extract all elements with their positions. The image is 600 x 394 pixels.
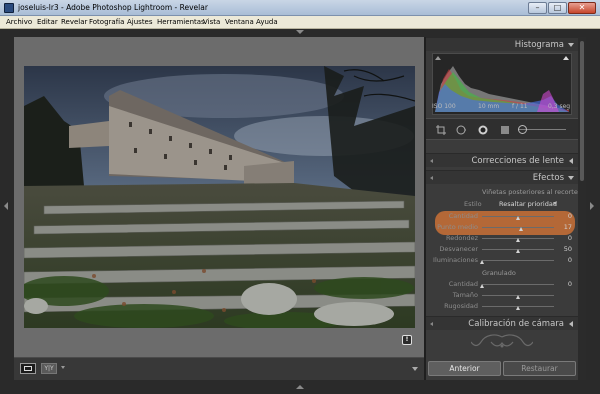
menu-editar[interactable]: Editar xyxy=(37,18,58,26)
menu-ajustes[interactable]: Ajustes xyxy=(127,18,153,26)
slider-handle[interactable] xyxy=(479,260,484,264)
collapse-icon xyxy=(568,43,574,47)
photo-preview[interactable] xyxy=(24,66,415,328)
panel-scrollbar[interactable] xyxy=(578,37,586,380)
right-panel-toggle[interactable] xyxy=(586,37,600,380)
solo-mode-icon xyxy=(430,159,433,163)
slider-value[interactable]: 0 xyxy=(558,280,572,288)
info-icon[interactable]: ! xyxy=(402,335,412,345)
red-eye-icon[interactable] xyxy=(478,125,488,135)
solo-mode-icon xyxy=(430,322,433,326)
reset-button[interactable]: Restaurar xyxy=(503,361,576,376)
image-canvas[interactable]: ! xyxy=(14,37,424,357)
slider-label: Desvanecer xyxy=(439,245,478,253)
effects-header[interactable]: Efectos xyxy=(426,170,578,184)
tool-strip xyxy=(426,118,578,140)
chevron-up-icon xyxy=(296,385,304,389)
slider-handle[interactable] xyxy=(515,216,520,220)
menu-archivo[interactable]: Archivo xyxy=(6,18,32,26)
toolbar-options-icon[interactable] xyxy=(412,367,418,371)
camera-calibration-title: Calibración de cámara xyxy=(468,319,564,329)
style-select[interactable]: Resaltar prioridad xyxy=(499,200,557,208)
dropdown-icon xyxy=(553,202,557,205)
menu-fotografia[interactable]: Fotografía xyxy=(89,18,124,26)
expand-icon xyxy=(569,321,573,327)
slider-value[interactable]: 0 xyxy=(558,234,572,242)
slider-handle[interactable] xyxy=(479,284,484,288)
solo-mode-icon xyxy=(430,176,433,180)
slider-label: Cantidad xyxy=(448,280,478,288)
lens-corrections-title: Correcciones de lente xyxy=(471,156,564,166)
crop-icon[interactable] xyxy=(436,125,446,135)
slider-label: Redondez xyxy=(446,234,478,242)
top-panel-toggle[interactable] xyxy=(0,29,600,37)
histogram-focal-length: 10 mm xyxy=(478,103,500,110)
slider-label: Punto medio xyxy=(437,223,478,231)
filmstrip-toggle[interactable] xyxy=(0,380,600,394)
slider-track[interactable] xyxy=(482,227,554,228)
slider-handle[interactable] xyxy=(515,295,520,299)
slider-label: Iluminaciones xyxy=(433,256,478,264)
app-icon xyxy=(4,3,14,13)
camera-calibration-header[interactable]: Calibración de cámara xyxy=(426,316,578,330)
menu-herramientas[interactable]: Herramientas xyxy=(157,18,205,26)
photo-image xyxy=(24,66,415,328)
graduated-filter-icon[interactable] xyxy=(500,125,510,135)
adjustment-brush-icon[interactable] xyxy=(518,125,527,134)
window-title: joseluis-lr3 - Adobe Photoshop Lightroom… xyxy=(18,3,208,12)
view-options-icon[interactable] xyxy=(61,366,65,369)
slider-label: Rugosidad xyxy=(444,302,478,310)
slider-handle[interactable] xyxy=(515,238,520,242)
chevron-down-icon xyxy=(296,30,304,34)
chevron-right-icon xyxy=(590,202,594,210)
title-bar: joseluis-lr3 - Adobe Photoshop Lightroom… xyxy=(0,0,600,16)
slider-track[interactable] xyxy=(482,284,554,285)
collapse-icon xyxy=(568,176,574,180)
shadow-clipping-icon[interactable] xyxy=(435,56,441,60)
chevron-left-icon xyxy=(4,202,8,210)
before-after-button[interactable]: Y|Y xyxy=(41,363,57,374)
minimize-button[interactable]: – xyxy=(528,2,547,14)
slider-value[interactable]: 17 xyxy=(558,223,572,231)
slider-handle[interactable] xyxy=(519,227,524,231)
highlight-clipping-icon[interactable] xyxy=(563,56,569,60)
slider-handle[interactable] xyxy=(515,249,520,253)
menu-ayuda[interactable]: Ayuda xyxy=(256,18,278,26)
ornament-icon xyxy=(471,334,533,348)
effects-title: Efectos xyxy=(532,173,564,183)
scrollbar-thumb[interactable] xyxy=(580,41,584,181)
develop-panel: Histograma ISO 100 10 mm f / 11 0,3 seg … xyxy=(426,37,578,380)
slider-track[interactable] xyxy=(482,260,554,261)
previous-button[interactable]: Anterior xyxy=(428,361,501,376)
slider-handle[interactable] xyxy=(515,306,520,310)
close-button[interactable]: ✕ xyxy=(568,2,596,14)
maximize-button[interactable]: □ xyxy=(548,2,567,14)
toolbar: Y|Y xyxy=(14,357,424,380)
style-label: Estilo xyxy=(464,200,482,208)
slider-label: Tamaño xyxy=(452,291,478,299)
histogram-iso: ISO 100 xyxy=(432,103,456,110)
loupe-view-button[interactable] xyxy=(20,363,36,374)
histogram-title: Histograma xyxy=(514,40,564,50)
lens-corrections-header[interactable]: Correcciones de lente xyxy=(426,153,578,167)
left-panel-toggle[interactable] xyxy=(0,37,14,380)
menu-bar: Archivo Editar Revelar Fotografía Ajuste… xyxy=(0,16,600,29)
menu-revelar[interactable]: Revelar xyxy=(61,18,87,26)
spot-removal-icon[interactable] xyxy=(456,125,466,135)
slider-value[interactable]: 0 xyxy=(558,212,572,220)
expand-icon xyxy=(569,158,573,164)
slider-label: Cantidad xyxy=(448,212,478,220)
histogram-header[interactable]: Histograma xyxy=(426,37,578,51)
slider-value[interactable]: 0 xyxy=(558,256,572,264)
menu-ventana[interactable]: Ventana xyxy=(225,18,254,26)
histogram-shutter: 0,3 seg xyxy=(548,103,571,110)
vignette-heading: Viñetas posteriores al recorte xyxy=(482,188,578,196)
grain-heading: Granulado xyxy=(482,269,516,277)
menu-vista[interactable]: Vista xyxy=(203,18,220,26)
histogram-aperture: f / 11 xyxy=(512,103,528,110)
slider-value[interactable]: 50 xyxy=(558,245,572,253)
